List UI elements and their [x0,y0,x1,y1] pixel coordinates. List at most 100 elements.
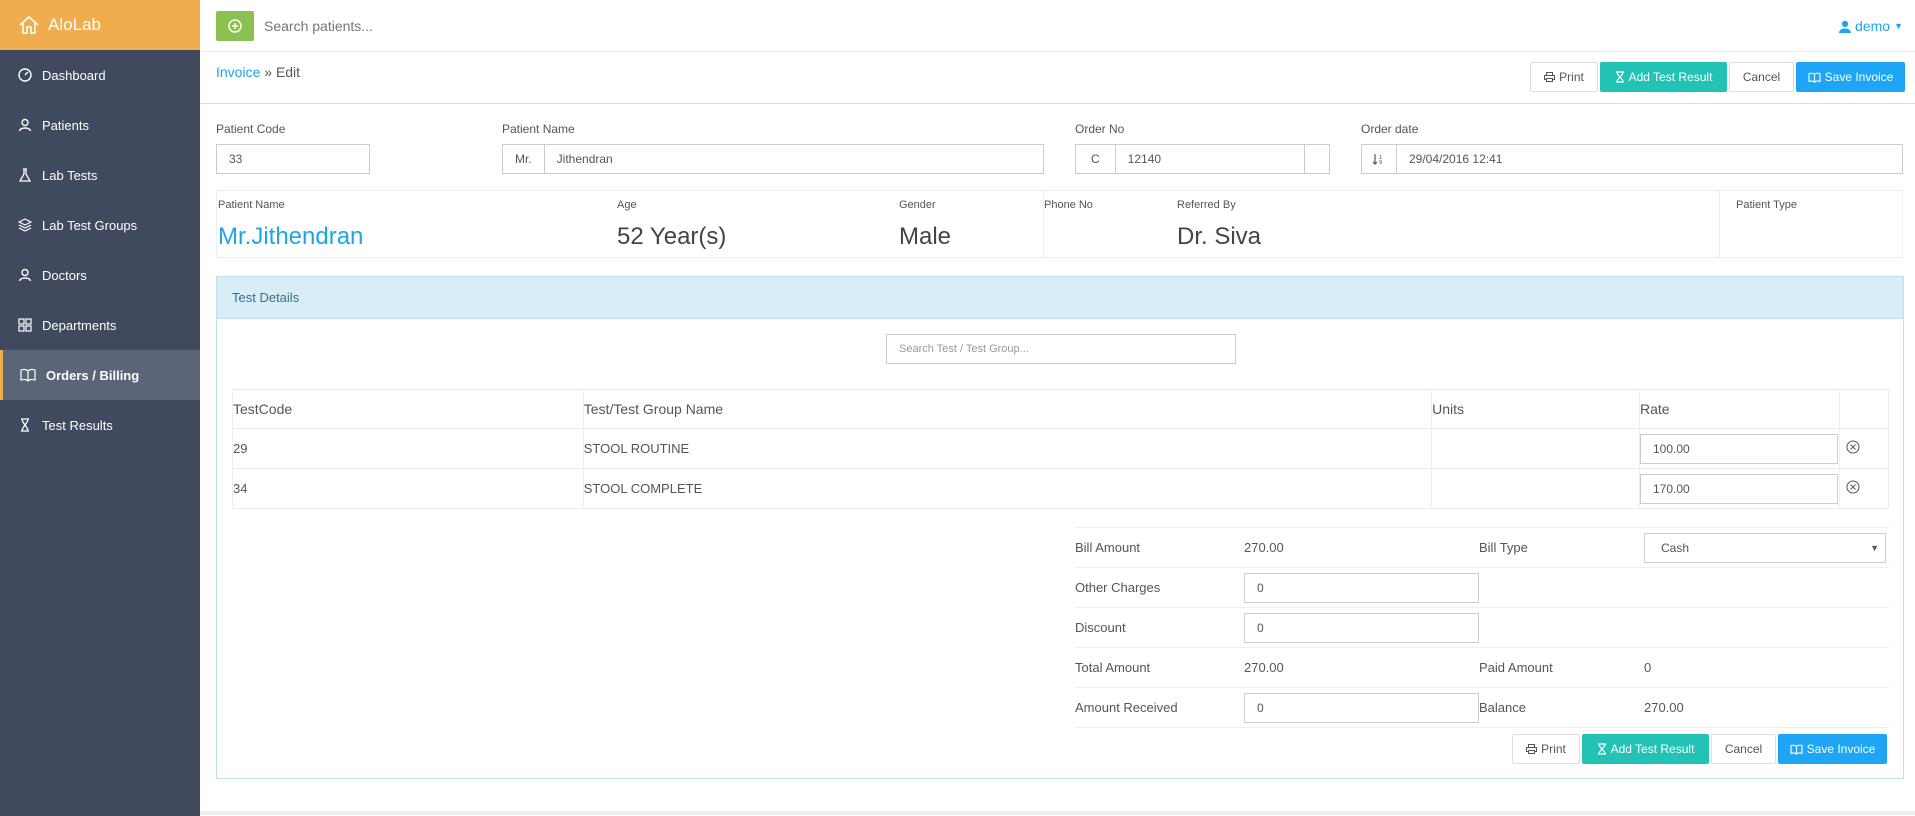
user-name: demo [1855,18,1891,34]
sidebar-item-orders-billing[interactable]: Orders / Billing [0,350,200,400]
order-prefix-addon: C [1076,145,1116,173]
bill-type-cell: Cash ▼ [1644,527,1889,568]
patient-name-label: Patient Name [502,122,575,136]
sidebar-item-lab-test-groups[interactable]: Lab Test Groups [0,200,200,250]
tests-header-row: TestCode Test/Test Group Name Units Rate [232,389,1890,429]
other-charges-input[interactable]: 0 [1244,572,1479,603]
order-no-addon-right [1304,145,1329,173]
patient-code-value: 33 [229,152,243,166]
page-bottom-divider [200,811,1915,815]
remove-circle-icon[interactable] [1846,480,1860,494]
balance-label: Balance [1479,687,1644,728]
add-test-result-button[interactable]: Add Test Result [1582,734,1709,764]
bill-type-value: Cash [1661,540,1690,555]
hourglass-icon [1597,743,1606,755]
test-search-input[interactable]: Search Test / Test Group... [886,334,1236,364]
test-details-panel: Test Details Search Test / Test Group...… [216,276,1904,779]
patient-name-value: Jithendran [556,152,613,166]
cancel-button[interactable]: Cancel [1711,734,1776,764]
book-icon [1808,72,1821,83]
patient-name-cell: Patient Name Mr.Jithendran [217,191,617,257]
bottom-actions: Print Add Test Result Cancel Save Invoic… [1512,734,1887,764]
remove-cell [1838,468,1890,509]
search-patients-input[interactable] [264,17,864,34]
caret-down-icon: ▼ [1894,21,1903,31]
referred-by-label: Referred By [1177,199,1236,211]
save-invoice-button[interactable]: Save Invoice [1778,734,1887,764]
sort-icon[interactable]: 19 [1362,145,1397,173]
rate-input[interactable]: 100.00 [1640,433,1838,464]
discount-cell: 0 [1244,607,1479,648]
user-icon [1839,20,1852,33]
order-date-input[interactable]: 19 29/04/2016 12:41 [1361,144,1903,174]
save-invoice-label: Save Invoice [1806,742,1876,756]
patient-name-info: Mr.Jithendran [218,223,364,250]
print-icon [1544,72,1556,82]
discount-input[interactable]: 0 [1244,612,1479,643]
sidebar-item-patients[interactable]: Patients [0,100,200,150]
sidebar-item-label: Patients [42,117,89,133]
grid-icon [18,318,32,332]
print-button[interactable]: Print [1530,62,1598,92]
home-icon [19,15,39,34]
patient-code-label: Patient Code [216,122,286,136]
user-icon [18,118,32,132]
phone-cell: Phone No [1044,191,1177,257]
cancel-label: Cancel [1724,742,1763,756]
sidebar-item-departments[interactable]: Departments [0,300,200,350]
caret-down-icon: ▼ [1870,542,1879,553]
test-code-cell: 34 [232,468,584,509]
summary-row: Other Charges 0 [1075,567,1889,608]
referred-by-value: Dr. Siva [1177,223,1262,250]
add-test-result-label: Add Test Result [1610,742,1695,756]
paid-amount-value: 0 [1644,647,1889,688]
summary-row: Total Amount 270.00 Paid Amount 0 [1075,647,1889,688]
age-label: Age [617,199,637,211]
sidebar-item-label: Doctors [42,267,87,283]
plus-circle-icon [228,18,242,33]
header-divider [200,103,1915,104]
order-no-label: Order No [1075,122,1125,136]
bill-type-select[interactable]: Cash ▼ [1644,532,1886,563]
bill-amount-value: 270.00 [1244,527,1479,568]
empty-cell [1479,567,1889,608]
cancel-button[interactable]: Cancel [1729,62,1794,92]
add-patient-button[interactable] [216,10,254,41]
age-cell: Age 52 Year(s) [617,191,899,257]
sidebar: AloLab Dashboard Patients Lab Tests Lab … [0,0,200,816]
total-amount-label: Total Amount [1075,647,1244,688]
salutation-addon[interactable]: Mr. [503,145,545,173]
column-header: Units [1431,389,1640,429]
flask-icon [18,168,32,182]
patient-code-input[interactable]: 33 [216,144,370,174]
add-test-result-button[interactable]: Add Test Result [1600,62,1727,92]
print-button[interactable]: Print [1512,734,1580,764]
amount-received-label: Amount Received [1075,687,1244,728]
sidebar-item-label: Lab Tests [42,167,98,183]
test-rate-cell: 100.00 [1639,428,1840,469]
amount-received-input[interactable]: 0 [1244,692,1479,723]
brand[interactable]: AloLab [0,0,200,50]
empty-cell [1479,607,1889,648]
doctor-icon [18,268,32,282]
sidebar-item-dashboard[interactable]: Dashboard [0,50,200,100]
svg-text:9: 9 [1379,160,1382,165]
user-menu[interactable]: demo ▼ [1839,18,1903,34]
patient-type-cell: Patient Type [1736,191,1902,257]
summary-row: Discount 0 [1075,607,1889,648]
save-invoice-button[interactable]: Save Invoice [1796,62,1905,92]
sidebar-item-doctors[interactable]: Doctors [0,250,200,300]
remove-circle-icon[interactable] [1846,440,1860,454]
order-date-label: Order date [1361,122,1419,136]
order-no-input[interactable]: C 12140 [1075,144,1330,174]
summary-row: Amount Received 0 Balance 270.00 [1075,687,1889,728]
column-header: Test/Test Group Name [582,389,1433,429]
breadcrumb-invoice-link[interactable]: Invoice [216,64,260,80]
patient-name-input[interactable]: Mr. Jithendran [502,144,1044,174]
brand-title: AloLab [48,15,101,34]
rate-input[interactable]: 170.00 [1640,473,1838,504]
remove-cell [1838,428,1890,469]
sidebar-item-test-results[interactable]: Test Results [0,400,200,450]
sidebar-item-lab-tests[interactable]: Lab Tests [0,150,200,200]
patient-name-info-label: Patient Name [218,199,285,211]
